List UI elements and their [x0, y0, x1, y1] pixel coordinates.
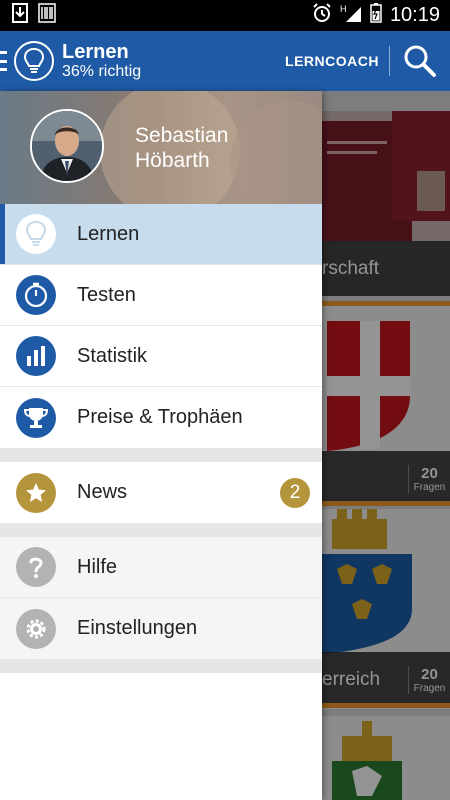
section-divider [0, 659, 322, 673]
category-card-label: rschaft [322, 241, 450, 296]
gear-icon [16, 608, 56, 649]
passport-image [322, 111, 450, 241]
category-card[interactable] [322, 716, 450, 800]
nav-item-label: Einstellungen [77, 617, 198, 639]
nav-item-label: Lernen [77, 222, 140, 245]
lerncoach-button[interactable]: LERNCOACH [285, 53, 389, 69]
lightbulb-icon [16, 214, 56, 254]
question-count: 20 Fragen [408, 665, 450, 694]
nav-item-lernen[interactable]: Lernen [0, 204, 322, 265]
profile-header[interactable]: Sebastian Höbarth [0, 91, 322, 204]
nav-item-label: Preise & Trophäen [77, 406, 243, 428]
category-title: erreich [322, 668, 381, 690]
section-divider [0, 523, 322, 537]
category-card[interactable]: erreich 20 Fragen [322, 509, 450, 709]
nav-item-label: Testen [77, 283, 136, 306]
avatar[interactable] [30, 109, 104, 183]
lower-austria-coat-of-arms [322, 509, 412, 654]
question-count: 20 Fragen [408, 464, 450, 493]
search-icon[interactable] [390, 31, 450, 91]
battery-icon [370, 3, 382, 28]
bar-chart-icon [16, 336, 56, 376]
nav-item-label: Hilfe [77, 555, 118, 578]
menu-icon[interactable] [0, 51, 8, 71]
stopwatch-icon [16, 275, 56, 315]
barcode-icon [38, 3, 56, 28]
progress-strip [322, 703, 450, 708]
nav-item-news[interactable]: News 2 [0, 462, 322, 523]
app-bar: Lernen 36% richtig LERNCOACH [0, 31, 450, 91]
download-icon [12, 3, 28, 28]
nav-item-hilfe[interactable]: Hilfe [0, 537, 322, 598]
screen: H 10:19 Lernen 36% richtig LERNCOACH rsc… [0, 0, 450, 800]
background-content: rschaft 20 Fragen erreich 20 Fragen [322, 91, 450, 800]
progress-strip [322, 501, 450, 506]
nav-item-label: News [77, 481, 128, 503]
app-title: Lernen [62, 41, 129, 63]
question-icon [16, 547, 56, 587]
status-bar: H 10:19 [0, 0, 450, 31]
category-card[interactable]: 20 Fragen [322, 306, 450, 506]
vienna-coat-of-arms [327, 321, 410, 451]
user-name: Sebastian Höbarth [135, 123, 228, 173]
nav-item-testen[interactable]: Testen [0, 265, 322, 326]
app-subtitle: 36% richtig [62, 63, 142, 80]
svg-text:H: H [340, 4, 347, 14]
user-first-name: Sebastian [135, 124, 229, 147]
star-icon [16, 472, 56, 513]
category-card[interactable]: rschaft [322, 111, 450, 301]
category-card-label: erreich 20 Fragen [322, 652, 450, 707]
signal-icon: H [340, 3, 362, 28]
news-count-badge: 2 [280, 477, 310, 508]
nav-item-statistik[interactable]: Statistik [0, 326, 322, 387]
alarm-icon [312, 3, 332, 28]
user-last-name: Höbarth [135, 149, 210, 172]
section-divider [0, 448, 322, 462]
nav-item-label: Statistik [77, 344, 148, 367]
trophy-icon [16, 397, 56, 438]
styria-coat-of-arms [332, 721, 402, 800]
category-title: rschaft [322, 257, 380, 279]
navigation-drawer: Sebastian Höbarth Lernen Testen Statisti… [0, 91, 322, 800]
clock-time: 10:19 [389, 4, 440, 26]
lightbulb-icon[interactable] [14, 41, 54, 81]
category-card-label: 20 Fragen [322, 451, 450, 506]
nav-item-preise-trophaeen[interactable]: Preise & Trophäen [0, 387, 322, 448]
nav-item-einstellungen[interactable]: Einstellungen [0, 598, 322, 659]
